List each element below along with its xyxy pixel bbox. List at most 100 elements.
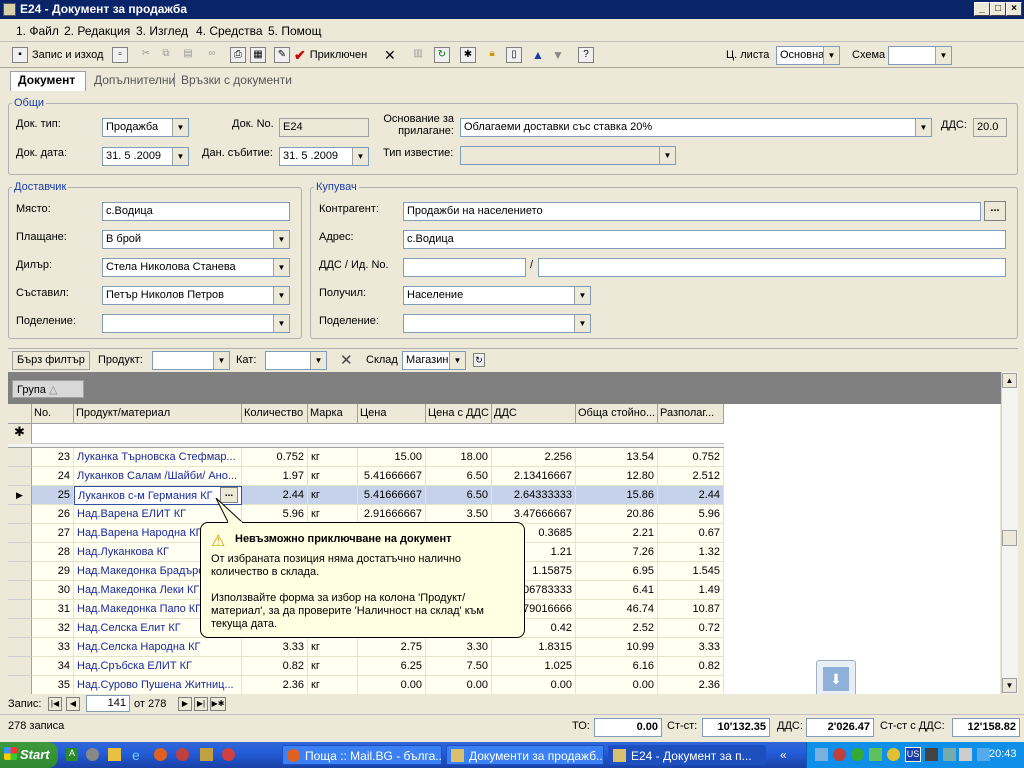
column-header[interactable]: Марка xyxy=(308,404,358,424)
row-indicator[interactable] xyxy=(8,657,32,676)
tray-network-icon[interactable] xyxy=(815,748,828,761)
last-record-icon[interactable]: ▶| xyxy=(194,697,208,711)
row-indicator[interactable] xyxy=(8,676,32,695)
row-indicator[interactable] xyxy=(8,448,32,467)
contragent-browse-button[interactable]: ... xyxy=(984,201,1006,221)
clear-filter-icon[interactable]: ✕ xyxy=(340,351,353,369)
menu-help[interactable]: 5. Помощ xyxy=(268,24,321,38)
quicklaunch-globe-icon[interactable] xyxy=(86,748,99,761)
notice-select[interactable]: ▼ xyxy=(460,146,676,165)
row-indicator[interactable] xyxy=(8,524,32,543)
creator-select[interactable]: Петър Николов Петров ▼ xyxy=(102,286,290,305)
delete-icon[interactable]: ✕ xyxy=(384,47,396,64)
doc-type-select[interactable]: Продажба ▼ xyxy=(102,118,189,137)
product-cell[interactable]: Над.Сурово Пушена Житниц... xyxy=(74,676,242,695)
new-row[interactable]: ✱ xyxy=(8,424,724,444)
row-indicator[interactable] xyxy=(8,467,32,486)
tray-volume-icon[interactable] xyxy=(959,748,972,761)
row-indicator[interactable] xyxy=(8,600,32,619)
start-button[interactable]: Start xyxy=(0,742,58,768)
link-icon[interactable]: ∞ xyxy=(204,47,220,63)
menu-tools[interactable]: 4. Средства xyxy=(196,24,263,38)
row-indicator[interactable] xyxy=(8,543,32,562)
column-header[interactable]: Продукт/материал xyxy=(74,404,242,424)
table-row[interactable]: 35 Над.Сурово Пушена Житниц... 2.36 кг 0.00 0… xyxy=(8,676,724,695)
scroll-down-arrow[interactable]: ▼ xyxy=(1002,678,1017,693)
arrow-down-icon[interactable]: ▼ xyxy=(552,48,564,62)
doc-date-picker[interactable]: 31. 5 .2009 ▼ xyxy=(102,147,189,166)
tray-expand-icon[interactable]: « xyxy=(780,748,787,762)
new-record-icon[interactable]: ▶✱ xyxy=(210,697,226,711)
product-cell[interactable]: Над.Сръбска ЕЛИТ КГ xyxy=(74,657,242,676)
scroll-thumb[interactable] xyxy=(1002,530,1017,546)
row-indicator[interactable] xyxy=(8,619,32,638)
vat-no-field[interactable] xyxy=(403,258,526,277)
save-as-icon[interactable]: ▫ xyxy=(112,47,128,63)
quicklaunch-app3-icon[interactable] xyxy=(200,748,213,761)
prev-record-icon[interactable]: ◀ xyxy=(66,697,80,711)
vat-field[interactable]: 20.0 xyxy=(973,118,1007,137)
dealer-select[interactable]: Стела Николова Станева ▼ xyxy=(102,258,290,277)
calc-icon[interactable]: ▥ xyxy=(410,47,426,63)
minimize-button[interactable]: _ xyxy=(974,2,990,16)
receiver-select[interactable]: Население ▼ xyxy=(403,286,591,305)
task-documents[interactable]: Документи за продажб... xyxy=(446,745,604,765)
copy-icon[interactable]: ⧉ xyxy=(158,47,174,63)
row-indicator[interactable] xyxy=(8,505,32,524)
tray-app-icon[interactable] xyxy=(833,748,846,761)
supplier-division-select[interactable]: ▼ xyxy=(102,314,290,333)
tray-clock[interactable]: 20:43 xyxy=(989,748,1017,760)
menu-edit[interactable]: 2. Редакция xyxy=(64,24,130,38)
record-number-field[interactable]: 141 xyxy=(86,695,130,712)
payment-select[interactable]: В брой ▼ xyxy=(102,230,290,249)
save-exit-button[interactable]: ▪ Запис и изход xyxy=(12,46,103,64)
tab-additional[interactable]: Допълнителни xyxy=(94,73,175,87)
buyer-division-select[interactable]: ▼ xyxy=(403,314,591,333)
basis-select[interactable]: Облагаеми доставки със ставка 20% ▼ xyxy=(460,118,932,137)
tray-check-icon[interactable] xyxy=(869,748,882,761)
quicklaunch-app-icon[interactable]: A xyxy=(66,748,78,761)
row-indicator[interactable] xyxy=(8,581,32,600)
quick-filter-button[interactable]: Бърз филтър xyxy=(12,351,90,370)
lock-icon[interactable]: 🔒︎ xyxy=(484,47,500,63)
product-cell[interactable]: Луканка Търновска Стефмар... xyxy=(74,448,242,467)
group-header-button[interactable]: Група △ xyxy=(12,380,84,398)
help-icon[interactable]: ? xyxy=(578,47,594,63)
row-indicator[interactable] xyxy=(8,562,32,581)
column-header[interactable]: Цена с ДДС xyxy=(426,404,492,424)
tab-links[interactable]: Връзки с документи xyxy=(174,73,292,87)
column-header[interactable]: No. xyxy=(32,404,74,424)
price-list-select[interactable]: Основна ▼ xyxy=(776,46,840,65)
task-e24[interactable]: E24 - Документ за п... xyxy=(608,745,766,765)
close-button[interactable]: × xyxy=(1006,2,1022,16)
tray-app3-icon[interactable] xyxy=(943,748,956,761)
menu-view[interactable]: 3. Изглед xyxy=(136,24,188,38)
quicklaunch-app2-icon[interactable] xyxy=(176,748,189,761)
table-row[interactable]: 23 Луканка Търновска Стефмар... 0.752 кг 15.… xyxy=(8,448,724,467)
scroll-to-bottom-button[interactable]: ⬇ xyxy=(816,660,856,698)
contragent-field[interactable]: Продажби на населението xyxy=(403,202,981,221)
column-header[interactable]: Разполаг... xyxy=(658,404,724,424)
table-row[interactable]: 34 Над.Сръбска ЕЛИТ КГ 0.82 кг 6.25 7.50 1.025… xyxy=(8,657,724,676)
print-icon[interactable]: ⎙ xyxy=(230,47,246,63)
first-record-icon[interactable]: |◀ xyxy=(48,697,62,711)
product-cell[interactable]: Луканков Салам /Шайби/ Ано... xyxy=(74,467,242,486)
column-header[interactable]: Цена xyxy=(358,404,426,424)
id-no-field[interactable] xyxy=(538,258,1006,277)
warehouse-select[interactable]: Магазин ▼ xyxy=(402,351,466,370)
table-row[interactable]: 24 Луканков Салам /Шайби/ Ано... 1.97 кг 5.4… xyxy=(8,467,724,486)
complete-button[interactable]: ✔ Приключен xyxy=(294,46,367,64)
tray-language-indicator[interactable]: US xyxy=(905,747,921,762)
quicklaunch-firefox-icon[interactable] xyxy=(154,748,167,761)
menu-file[interactable]: 1. Файл xyxy=(16,24,59,38)
arrow-up-icon[interactable]: ▲ xyxy=(532,48,544,62)
filter-product-select[interactable]: ▼ xyxy=(152,351,230,370)
current-row-indicator-icon[interactable]: ▶ xyxy=(8,486,32,505)
edit-icon[interactable]: ✎ xyxy=(274,47,290,63)
column-header[interactable]: Количество xyxy=(242,404,308,424)
column-header[interactable]: ДДС xyxy=(492,404,576,424)
row-indicator[interactable] xyxy=(8,638,32,657)
next-record-icon[interactable]: ▶ xyxy=(178,697,192,711)
address-field[interactable]: с.Водица xyxy=(403,230,1006,249)
tax-date-picker[interactable]: 31. 5 .2009 ▼ xyxy=(279,147,369,166)
